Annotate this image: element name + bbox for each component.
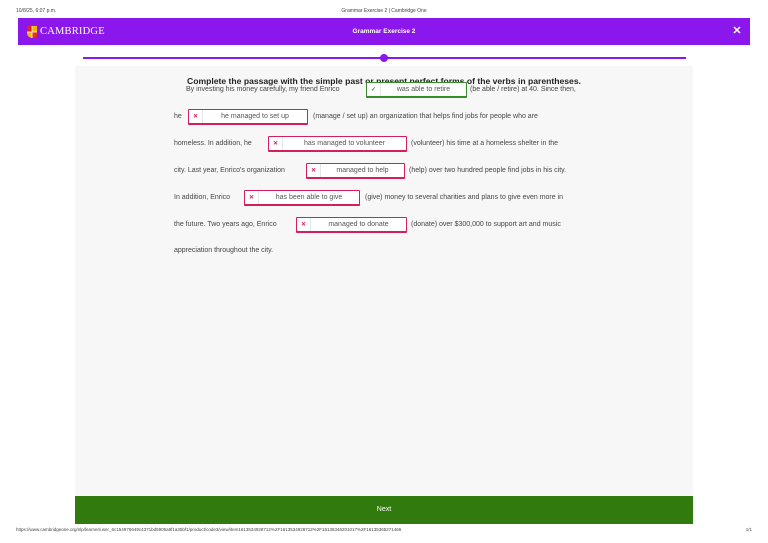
print-page-number: 1/1 (745, 527, 752, 532)
passage-text: In addition, Enrico (174, 194, 231, 201)
next-button[interactable]: Next (75, 496, 693, 524)
passage-text: the future. Two years ago, Enrico (174, 221, 277, 228)
passage-text: appreciation throughout the city. (174, 247, 274, 254)
answer-field-5[interactable]: ✕ has been able to give (244, 190, 360, 206)
cross-icon: ✕ (269, 137, 283, 150)
answer-value: was able to retire (396, 86, 451, 93)
passage-text: city. Last year, Enrico's organization (174, 167, 285, 174)
passage-text: (give) money to several charities and pl… (365, 194, 564, 201)
passage-text: (manage / set up) an organization that h… (313, 113, 538, 120)
print-url: https://www.cambridgeone.org/nlp/learner… (16, 527, 402, 532)
cross-icon: ✕ (189, 110, 203, 123)
check-icon: ✓ (367, 83, 381, 96)
answer-field-3[interactable]: ✕ has managed to volunteer (268, 136, 407, 152)
answer-field-4[interactable]: ✕ managed to help (306, 163, 405, 179)
answer-value: has managed to volunteer (304, 140, 385, 147)
answer-value: he managed to set up (221, 113, 289, 120)
passage-text: (volunteer) his time at a homeless shelt… (411, 140, 559, 147)
cross-icon: ✕ (307, 164, 321, 177)
passage-text: (help) over two hundred people find jobs… (409, 167, 567, 174)
passage-text: he (174, 113, 182, 120)
cross-icon: ✕ (245, 191, 259, 204)
passage-text: homeless. In addition, he (174, 140, 252, 147)
print-title: Grammar Exercise 2 | Cambridge One (341, 8, 427, 14)
answer-field-1[interactable]: ✓ was able to retire (366, 82, 467, 98)
passage-text: (donate) over $300,000 to support art an… (411, 221, 561, 228)
cross-icon: ✕ (297, 218, 311, 231)
answer-value: managed to help (336, 167, 389, 174)
answer-field-6[interactable]: ✕ managed to donate (296, 217, 407, 233)
answer-value: managed to donate (328, 221, 389, 228)
passage-text: (be able / retire) at 40. Since then, (470, 86, 576, 93)
app-header: CAMBRIDGE Grammar Exercise 2 ✕ (18, 18, 750, 45)
progress-indicator (380, 54, 388, 62)
close-button[interactable]: ✕ (730, 24, 744, 38)
answer-field-2[interactable]: ✕ he managed to set up (188, 109, 308, 125)
exercise-panel (75, 66, 693, 496)
exercise-title: Grammar Exercise 2 (352, 28, 416, 35)
passage-text: By investing his money carefully, my fri… (186, 86, 340, 93)
answer-value: has been able to give (275, 194, 343, 201)
